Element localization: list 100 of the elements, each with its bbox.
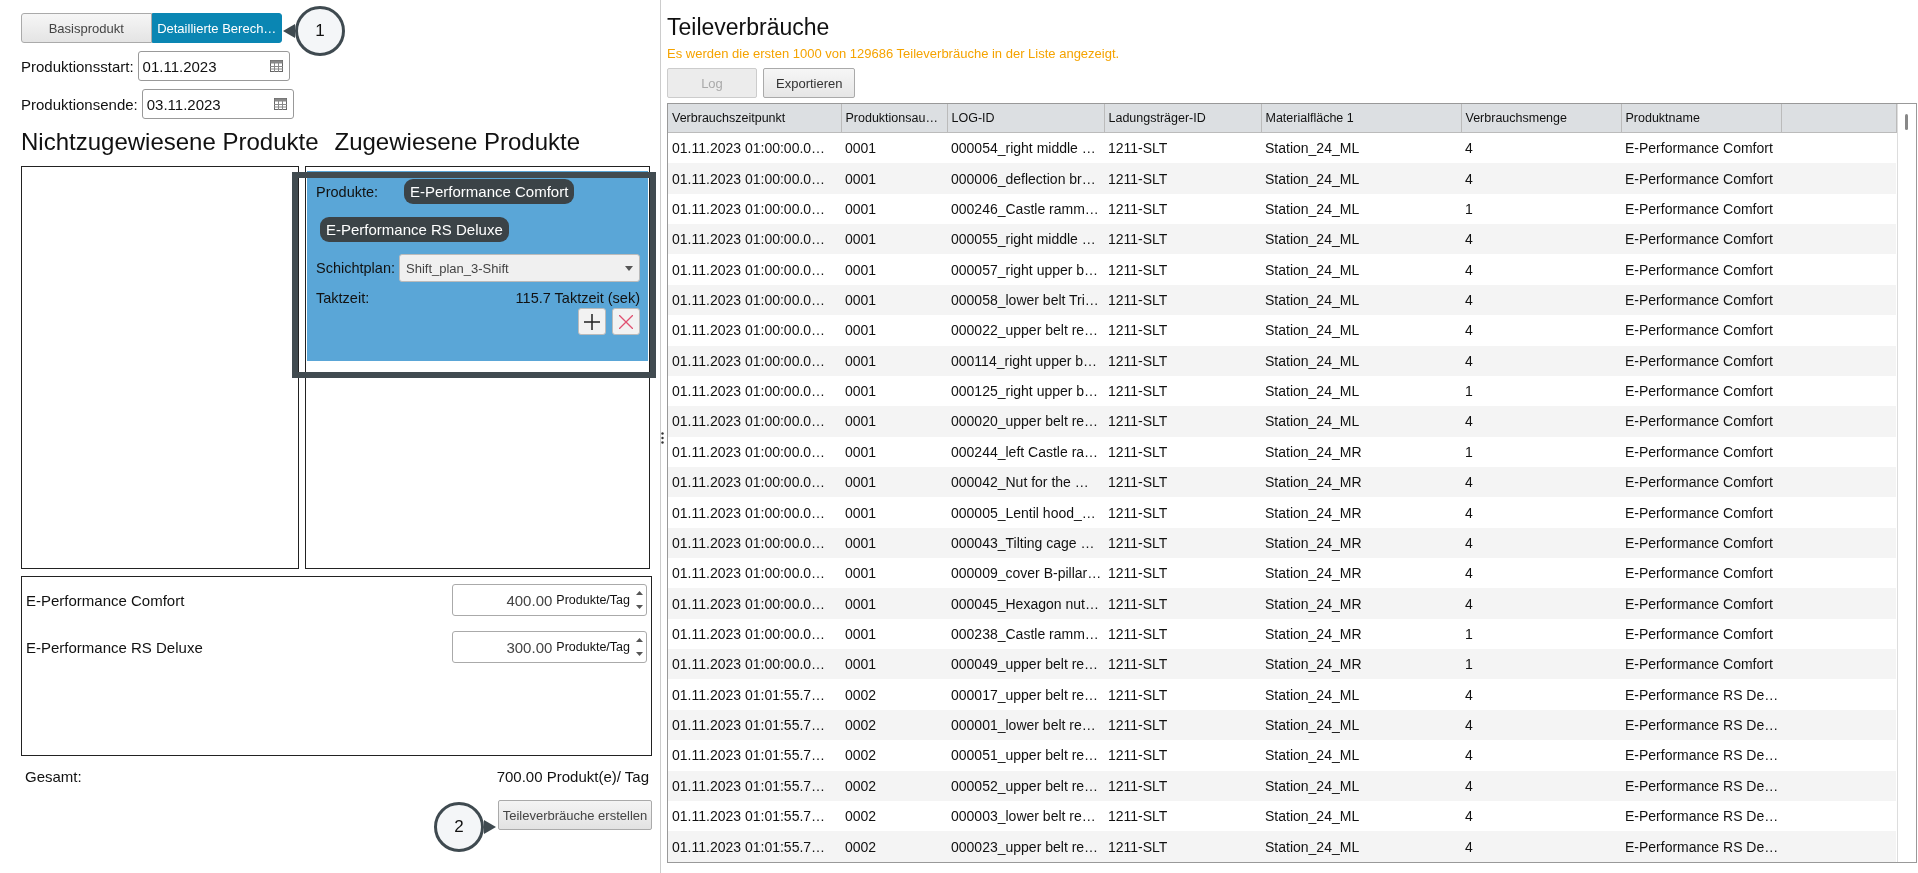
table-cell: Station_24_MR	[1261, 497, 1461, 528]
column-header[interactable]: Produktname	[1621, 104, 1781, 133]
table-cell: 01.11.2023 01:00:00.0…	[668, 649, 841, 680]
delete-button[interactable]	[612, 308, 640, 335]
table-cell: 000022_upper belt re…	[947, 315, 1104, 346]
info-message: Es werden die ersten 1000 von 129686 Teileverbräuche in der Liste angezeigt.	[667, 46, 1121, 62]
create-consumption-button[interactable]: Teileverbräuche erstellen	[498, 800, 652, 830]
table-cell: 1	[1461, 618, 1621, 650]
table-cell: 1211-SLT	[1104, 436, 1261, 467]
table-cell: Station_24_ML	[1261, 224, 1461, 255]
table-cell: 0001	[841, 284, 947, 316]
table-cell: 000057_right upper b…	[947, 254, 1104, 285]
table-cell: E-Performance RS De…	[1621, 709, 1781, 741]
table-cell: 1211-SLT	[1104, 740, 1261, 771]
table-cell: Station_24_MR	[1261, 588, 1461, 619]
column-header[interactable]: Ladungsträger-ID	[1104, 104, 1261, 133]
table-cell: 000052_upper belt re…	[947, 770, 1104, 801]
table-cell: 1211-SLT	[1104, 466, 1261, 498]
table-cell: 000238_Castle ramm…	[947, 618, 1104, 650]
splitter-handle-icon[interactable]	[661, 432, 664, 444]
table-cell: 01.11.2023 01:01:55.7…	[668, 800, 841, 832]
table-cell: 1211-SLT	[1104, 709, 1261, 741]
product-chip: E-Performance RS Deluxe	[320, 217, 509, 242]
table-cell: E-Performance Comfort	[1621, 649, 1781, 680]
table-cell: Station_24_ML	[1261, 132, 1461, 164]
table-cell: Station_24_ML	[1261, 254, 1461, 285]
mode-tab[interactable]: Detaillierte Berech…	[151, 13, 282, 43]
table-cell: E-Performance Comfort	[1621, 284, 1781, 316]
plus-icon	[584, 313, 600, 330]
table-cell: 000042_Nut for the …	[947, 466, 1104, 498]
calendar-icon	[273, 98, 287, 110]
table-cell: 1211-SLT	[1104, 558, 1261, 589]
table-cell: E-Performance Comfort	[1621, 193, 1781, 225]
quantity-spinbox[interactable]: 400.00 Produkte/Tag	[452, 584, 647, 616]
table-cell: 1	[1461, 649, 1621, 680]
date-field[interactable]: 01.11.2023	[137, 51, 290, 81]
table-cell: 1211-SLT	[1104, 406, 1261, 437]
table-cell: E-Performance Comfort	[1621, 527, 1781, 559]
table-cell: 0002	[841, 709, 947, 741]
table-cell: Station_24_MR	[1261, 618, 1461, 650]
table-cell: 01.11.2023 01:00:00.0…	[668, 132, 841, 164]
table-cell: 0002	[841, 679, 947, 710]
table-cell: 01.11.2023 01:00:00.0…	[668, 618, 841, 650]
table-cell: 0001	[841, 315, 947, 346]
table-cell: E-Performance Comfort	[1621, 497, 1781, 528]
column-header[interactable]: Materialfläche 1	[1261, 104, 1461, 133]
table-cell: Station_24_ML	[1261, 163, 1461, 194]
table-cell: E-Performance Comfort	[1621, 375, 1781, 407]
column-header[interactable]: LOG-ID	[947, 104, 1104, 133]
table-cell: Station_24_ML	[1261, 831, 1461, 862]
table-cell: 01.11.2023 01:00:00.0…	[668, 193, 841, 225]
table-cell: 1211-SLT	[1104, 284, 1261, 316]
table-cell: 4	[1461, 406, 1621, 437]
table-cell: 0001	[841, 345, 947, 376]
date-label: Produktionsstart:	[21, 57, 134, 75]
table-cell: Station_24_ML	[1261, 679, 1461, 710]
table-cell: 01.11.2023 01:01:55.7…	[668, 831, 841, 862]
table-cell: 1211-SLT	[1104, 831, 1261, 862]
table-cell: E-Performance Comfort	[1621, 315, 1781, 346]
mode-tab[interactable]: Basisprodukt	[21, 13, 152, 43]
table-cell: 01.11.2023 01:00:00.0…	[668, 224, 841, 255]
column-header[interactable]: Verbrauchsmenge	[1461, 104, 1621, 133]
table-cell: 000125_right upper b…	[947, 375, 1104, 407]
table-cell: Station_24_MR	[1261, 527, 1461, 559]
product-chip: E-Performance Comfort	[404, 179, 575, 204]
table-cell: 4	[1461, 163, 1621, 194]
caret-icon	[625, 265, 633, 271]
table-cell: 01.11.2023 01:01:55.7…	[668, 679, 841, 710]
date-field[interactable]: 03.11.2023	[141, 89, 294, 119]
table-cell: 1211-SLT	[1104, 800, 1261, 832]
table-cell: 1	[1461, 375, 1621, 407]
table-cell: 1211-SLT	[1104, 375, 1261, 407]
table-cell: 01.11.2023 01:00:00.0…	[668, 558, 841, 589]
table-cell: 1211-SLT	[1104, 132, 1261, 164]
spin-arrows-icon	[636, 637, 643, 657]
table-cell: Station_24_ML	[1261, 800, 1461, 832]
table-cell: E-Performance Comfort	[1621, 466, 1781, 498]
shift-plan-dropdown[interactable]: Shift_plan_3-Shift	[399, 254, 640, 282]
table-cell: 01.11.2023 01:00:00.0…	[668, 466, 841, 498]
table-cell: 0001	[841, 406, 947, 437]
table-cell: Station_24_ML	[1261, 770, 1461, 801]
table-cell: 0001	[841, 527, 947, 559]
table-cell: 0001	[841, 618, 947, 650]
table-cell: 01.11.2023 01:00:00.0…	[668, 345, 841, 376]
table-cell: E-Performance Comfort	[1621, 345, 1781, 376]
toolbar-button[interactable]: Exportieren	[763, 68, 856, 98]
table-cell: 0001	[841, 649, 947, 680]
column-header[interactable]: Verbrauchszeitpunkt	[668, 104, 841, 133]
table-cell: E-Performance Comfort	[1621, 224, 1781, 255]
product-name: E-Performance Comfort	[26, 591, 185, 609]
table-cell: 4	[1461, 132, 1621, 164]
quantity-spinbox[interactable]: 300.00 Produkte/Tag	[452, 631, 647, 663]
add-button[interactable]	[578, 308, 606, 335]
table-cell: 4	[1461, 224, 1621, 255]
column-header[interactable]: Produktionsau…	[841, 104, 947, 133]
table-cell: E-Performance RS De…	[1621, 740, 1781, 771]
table-cell: 1211-SLT	[1104, 193, 1261, 225]
table-cell: 01.11.2023 01:01:55.7…	[668, 709, 841, 741]
product-name: E-Performance RS Deluxe	[26, 638, 203, 656]
table-cell: 000246_Castle ramm…	[947, 193, 1104, 225]
